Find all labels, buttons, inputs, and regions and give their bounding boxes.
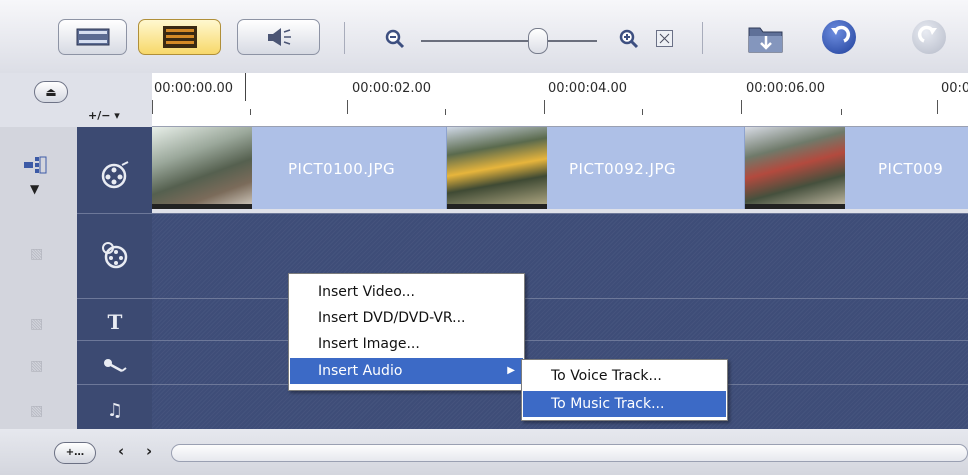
undo-icon[interactable] — [822, 20, 856, 54]
menu-item-label: Insert Audio — [318, 363, 403, 379]
ruler-tick — [741, 100, 742, 114]
lock-icon[interactable]: ▧ — [30, 403, 43, 419]
ruler-tick — [152, 100, 153, 114]
ruler-left-panel: ⏏ +/− ▾ — [0, 73, 152, 127]
title-track[interactable] — [152, 299, 968, 340]
add-remove-track-menu[interactable]: +/− ▾ — [88, 109, 120, 122]
lock-icon[interactable]: ▧ — [30, 246, 43, 262]
fit-to-window-icon[interactable] — [656, 30, 673, 47]
audio-view-button[interactable] — [237, 19, 320, 55]
clip-filename: PICT0092.JPG — [569, 160, 677, 178]
microphone-icon — [98, 348, 132, 382]
track-toggle-icon[interactable] — [24, 156, 48, 178]
ruler-tick — [937, 100, 938, 114]
clip-filename: PICT009 — [878, 160, 944, 178]
speaker-icon — [267, 28, 291, 46]
menu-item-insert-video[interactable]: Insert Video... — [290, 279, 523, 305]
video-clip[interactable]: PICT009 — [745, 127, 968, 209]
zoom-out-icon[interactable] — [384, 28, 406, 50]
eject-icon[interactable]: ⏏ — [34, 81, 68, 103]
timeline-list-icon — [162, 26, 197, 48]
ruler-timecode: 00:00:02.00 — [352, 81, 432, 96]
video-clip[interactable]: PICT0092.JPG — [447, 127, 745, 209]
clip-filename: PICT0100.JPG — [288, 160, 396, 178]
scroll-right-arrow[interactable]: › — [146, 442, 152, 460]
ruler-timecode: 00:00:04.00 — [548, 81, 628, 96]
clip-thumbnail — [152, 127, 252, 209]
redo-icon[interactable] — [912, 20, 946, 54]
timeline-bottom-bar: +… ‹ › — [0, 429, 968, 475]
storyboard-view-button[interactable] — [58, 19, 127, 55]
ruler-tick — [250, 109, 251, 115]
insert-context-menu: Insert Video... Insert DVD/DVD-VR... Ins… — [288, 273, 525, 391]
clip-thumbnail — [745, 127, 845, 209]
menu-item-to-music-track[interactable]: To Music Track... — [523, 391, 726, 417]
toolbar-separator — [344, 22, 345, 54]
ruler-timecode: 00:00: — [941, 81, 968, 96]
timeline-view-button[interactable] — [138, 19, 221, 55]
add-track-button[interactable]: +… — [54, 442, 96, 464]
clip-thumbnail — [447, 127, 547, 209]
ruler-tick — [544, 100, 545, 114]
playhead-marker[interactable] — [245, 73, 246, 101]
scroll-left-arrow[interactable]: ‹ — [118, 442, 124, 460]
film-reel-icon — [98, 158, 132, 192]
ruler-timecode: 00:00:00.00 — [154, 81, 234, 96]
film-strip-icon — [76, 28, 109, 46]
menu-item-insert-audio[interactable]: Insert Audio ▶ — [290, 358, 523, 384]
ruler-tick — [642, 109, 643, 115]
ruler-timecode: 00:00:06.00 — [746, 81, 826, 96]
track-expand-icon[interactable]: ▼ — [30, 182, 39, 196]
overlay-reel-icon — [98, 238, 132, 272]
timeline-ruler[interactable]: 00:00:00.00 00:00:02.00 00:00:04.00 00:0… — [152, 73, 968, 127]
zoom-slider-track[interactable] — [421, 40, 597, 42]
toolbar-separator — [702, 22, 703, 54]
overlay-track[interactable] — [152, 214, 968, 298]
track-divider — [77, 213, 968, 214]
ruler-tick — [445, 109, 446, 115]
zoom-in-icon[interactable] — [618, 28, 640, 50]
ruler-tick — [841, 109, 842, 115]
import-folder-icon[interactable] — [746, 20, 786, 56]
music-note-icon: ♫ — [106, 399, 124, 421]
lock-icon[interactable]: ▧ — [30, 358, 43, 374]
ruler-tick — [347, 100, 348, 114]
menu-item-to-voice-track[interactable]: To Voice Track... — [523, 363, 726, 389]
submenu-arrow-icon: ▶ — [507, 365, 515, 376]
menu-item-insert-image[interactable]: Insert Image... — [290, 331, 523, 357]
insert-audio-submenu: To Voice Track... To Music Track... — [521, 359, 728, 421]
lock-icon[interactable]: ▧ — [30, 316, 43, 332]
title-icon: T — [107, 310, 123, 334]
toolbar — [0, 0, 968, 73]
menu-item-insert-dvd[interactable]: Insert DVD/DVD-VR... — [290, 305, 523, 331]
video-clip[interactable]: PICT0100.JPG — [152, 127, 447, 209]
horizontal-scrollbar[interactable] — [171, 444, 968, 462]
zoom-slider-thumb[interactable] — [528, 28, 548, 54]
